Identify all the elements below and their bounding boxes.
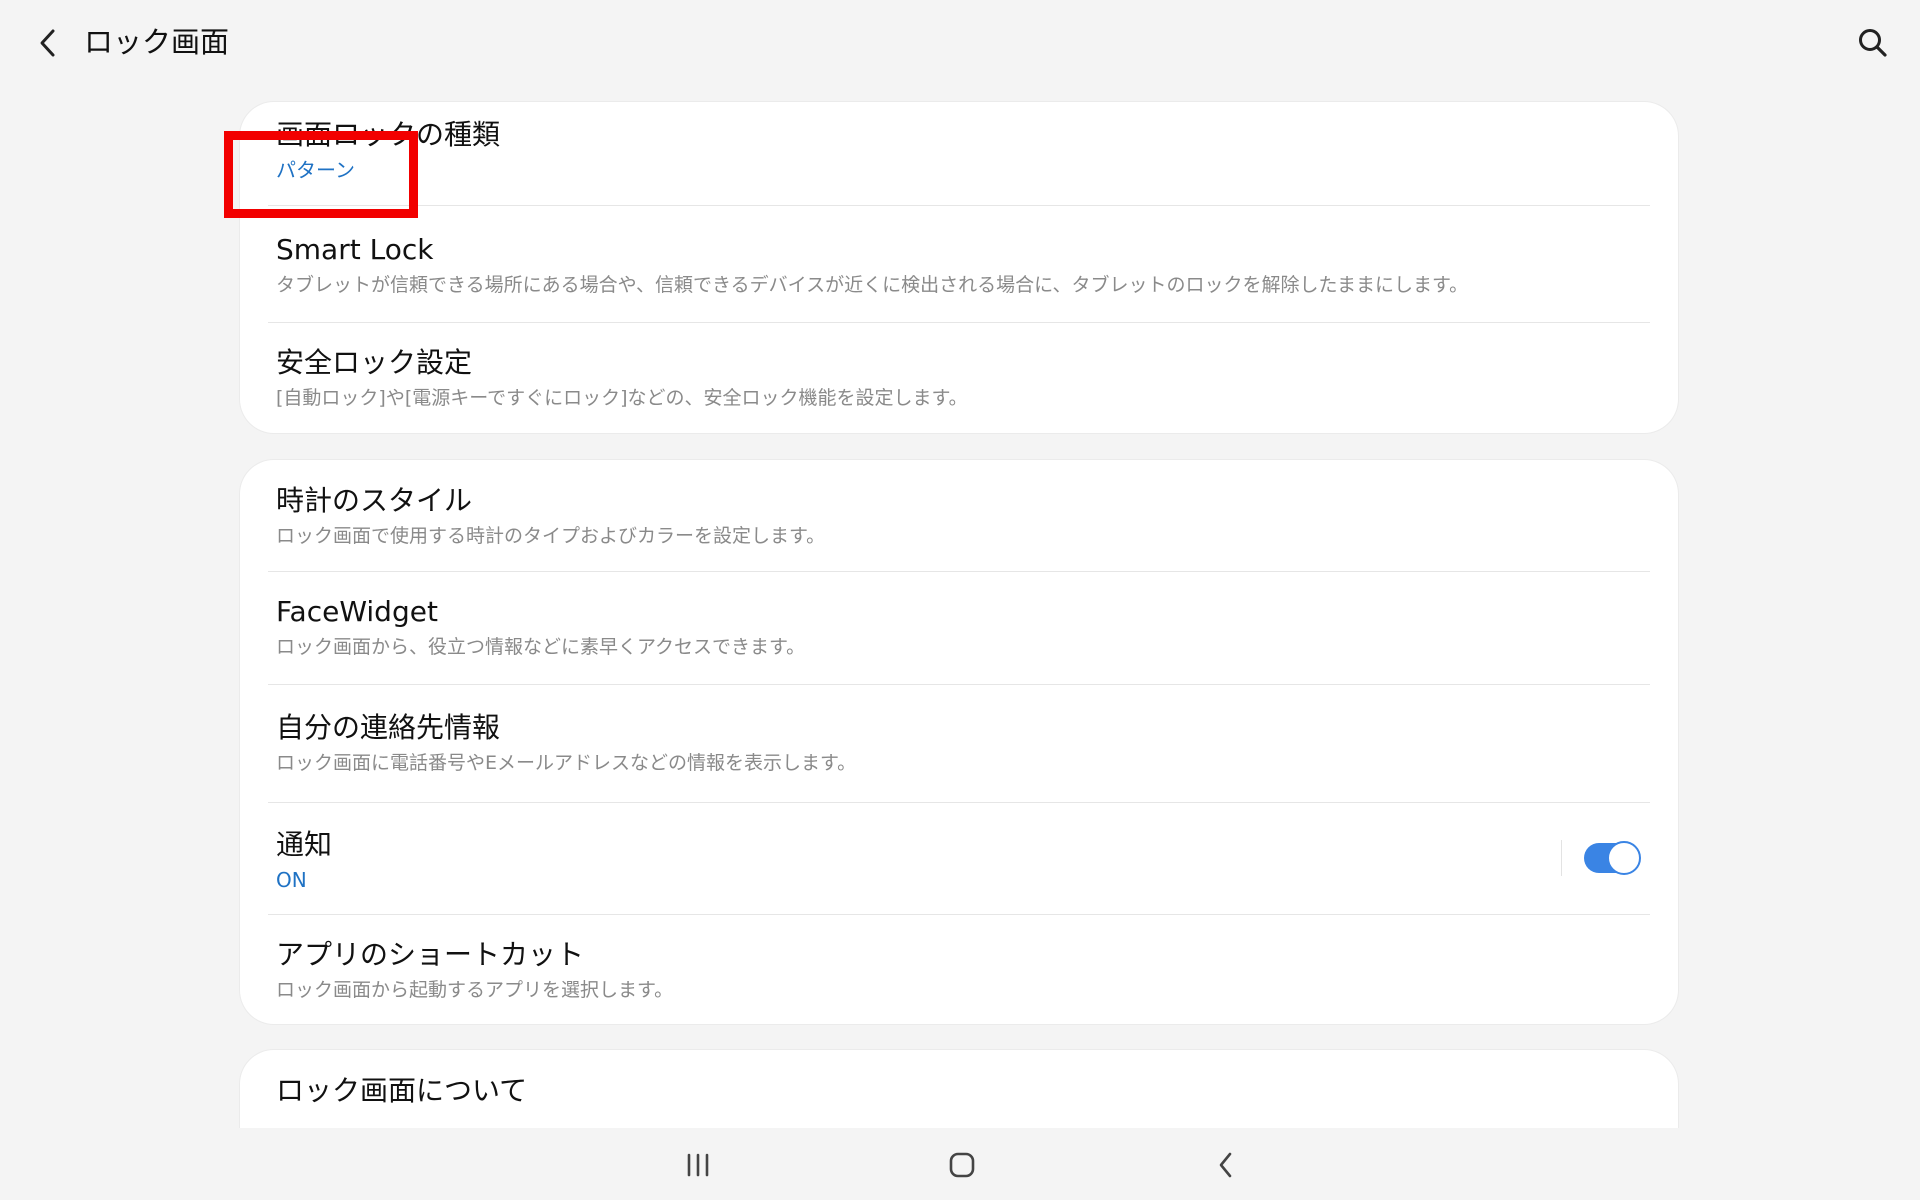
home-icon bbox=[949, 1152, 975, 1178]
facewidget-item[interactable]: FaceWidget ロック画面から、役立つ情報などに素早くアクセスできます。 bbox=[240, 571, 1678, 684]
notifications-toggle-wrap bbox=[1561, 840, 1641, 876]
item-description: ロック画面に電話番号やEメールアドレスなどの情報を表示します。 bbox=[276, 752, 857, 774]
home-button[interactable] bbox=[937, 1140, 987, 1190]
chevron-left-icon bbox=[40, 29, 55, 57]
nav-back-button[interactable] bbox=[1201, 1140, 1251, 1190]
item-title: 時計のスタイル bbox=[276, 484, 473, 517]
item-description: [自動ロック]や[電源キーですぐにロック]などの、安全ロック機能を設定します。 bbox=[276, 387, 968, 409]
item-description: ロック画面で使用する時計のタイプおよびカラーを設定します。 bbox=[276, 525, 826, 547]
item-title: 安全ロック設定 bbox=[276, 346, 473, 379]
security-card: 画面ロックの種類 パターン Smart Lock タブレットが信頼できる場所にあ… bbox=[240, 102, 1678, 433]
item-title: Smart Lock bbox=[276, 233, 434, 266]
item-title: アプリのショートカット bbox=[276, 938, 585, 971]
app-shortcuts-item[interactable]: アプリのショートカット ロック画面から起動するアプリを選択します。 bbox=[240, 914, 1678, 1024]
toggle-knob bbox=[1607, 841, 1641, 875]
item-description: タブレットが信頼できる場所にある場合や、信頼できるデバイスが近くに検出される場合… bbox=[276, 274, 1469, 296]
highlight-box bbox=[224, 131, 418, 218]
item-title: 画面ロックの種類 bbox=[276, 118, 501, 151]
back-button[interactable] bbox=[30, 22, 66, 64]
page-title: ロック画面 bbox=[84, 25, 230, 59]
item-title: 自分の連絡先情報 bbox=[276, 711, 501, 744]
top-app-bar: ロック画面 bbox=[0, 0, 1920, 86]
lock-screen-settings: 画面ロックの種類 パターン Smart Lock タブレットが信頼できる場所にあ… bbox=[0, 0, 1920, 1200]
about-lock-screen-item[interactable]: ロック画面について bbox=[240, 1050, 1678, 1128]
recents-icon bbox=[687, 1153, 709, 1177]
about-card: ロック画面について bbox=[240, 1050, 1678, 1128]
toggle-divider bbox=[1561, 840, 1562, 876]
item-description: ロック画面から、役立つ情報などに素早くアクセスできます。 bbox=[276, 636, 806, 658]
search-button[interactable] bbox=[1852, 22, 1894, 64]
display-card: 時計のスタイル ロック画面で使用する時計のタイプおよびカラーを設定します。 Fa… bbox=[240, 460, 1678, 1024]
back-icon bbox=[1219, 1152, 1232, 1178]
search-icon bbox=[1859, 29, 1887, 57]
item-description: ロック画面から起動するアプリを選択します。 bbox=[276, 979, 674, 1001]
clock-style-item[interactable]: 時計のスタイル ロック画面で使用する時計のタイプおよびカラーを設定します。 bbox=[240, 460, 1678, 571]
notifications-item[interactable]: 通知 ON bbox=[240, 802, 1678, 914]
system-navigation-bar bbox=[0, 1128, 1920, 1200]
item-value: ON bbox=[276, 868, 307, 892]
notifications-toggle[interactable] bbox=[1584, 841, 1641, 875]
item-title: ロック画面について bbox=[276, 1074, 528, 1107]
contact-info-item[interactable]: 自分の連絡先情報 ロック画面に電話番号やEメールアドレスなどの情報を表示します。 bbox=[240, 684, 1678, 802]
recents-button[interactable] bbox=[673, 1140, 723, 1190]
item-value: パターン bbox=[276, 158, 355, 182]
screen-lock-type-item[interactable]: 画面ロックの種類 パターン bbox=[240, 102, 1678, 205]
secure-lock-settings-item[interactable]: 安全ロック設定 [自動ロック]や[電源キーですぐにロック]などの、安全ロック機能… bbox=[240, 322, 1678, 433]
item-title: 通知 bbox=[276, 828, 333, 861]
item-title: FaceWidget bbox=[276, 595, 438, 628]
smart-lock-item[interactable]: Smart Lock タブレットが信頼できる場所にある場合や、信頼できるデバイス… bbox=[240, 205, 1678, 322]
